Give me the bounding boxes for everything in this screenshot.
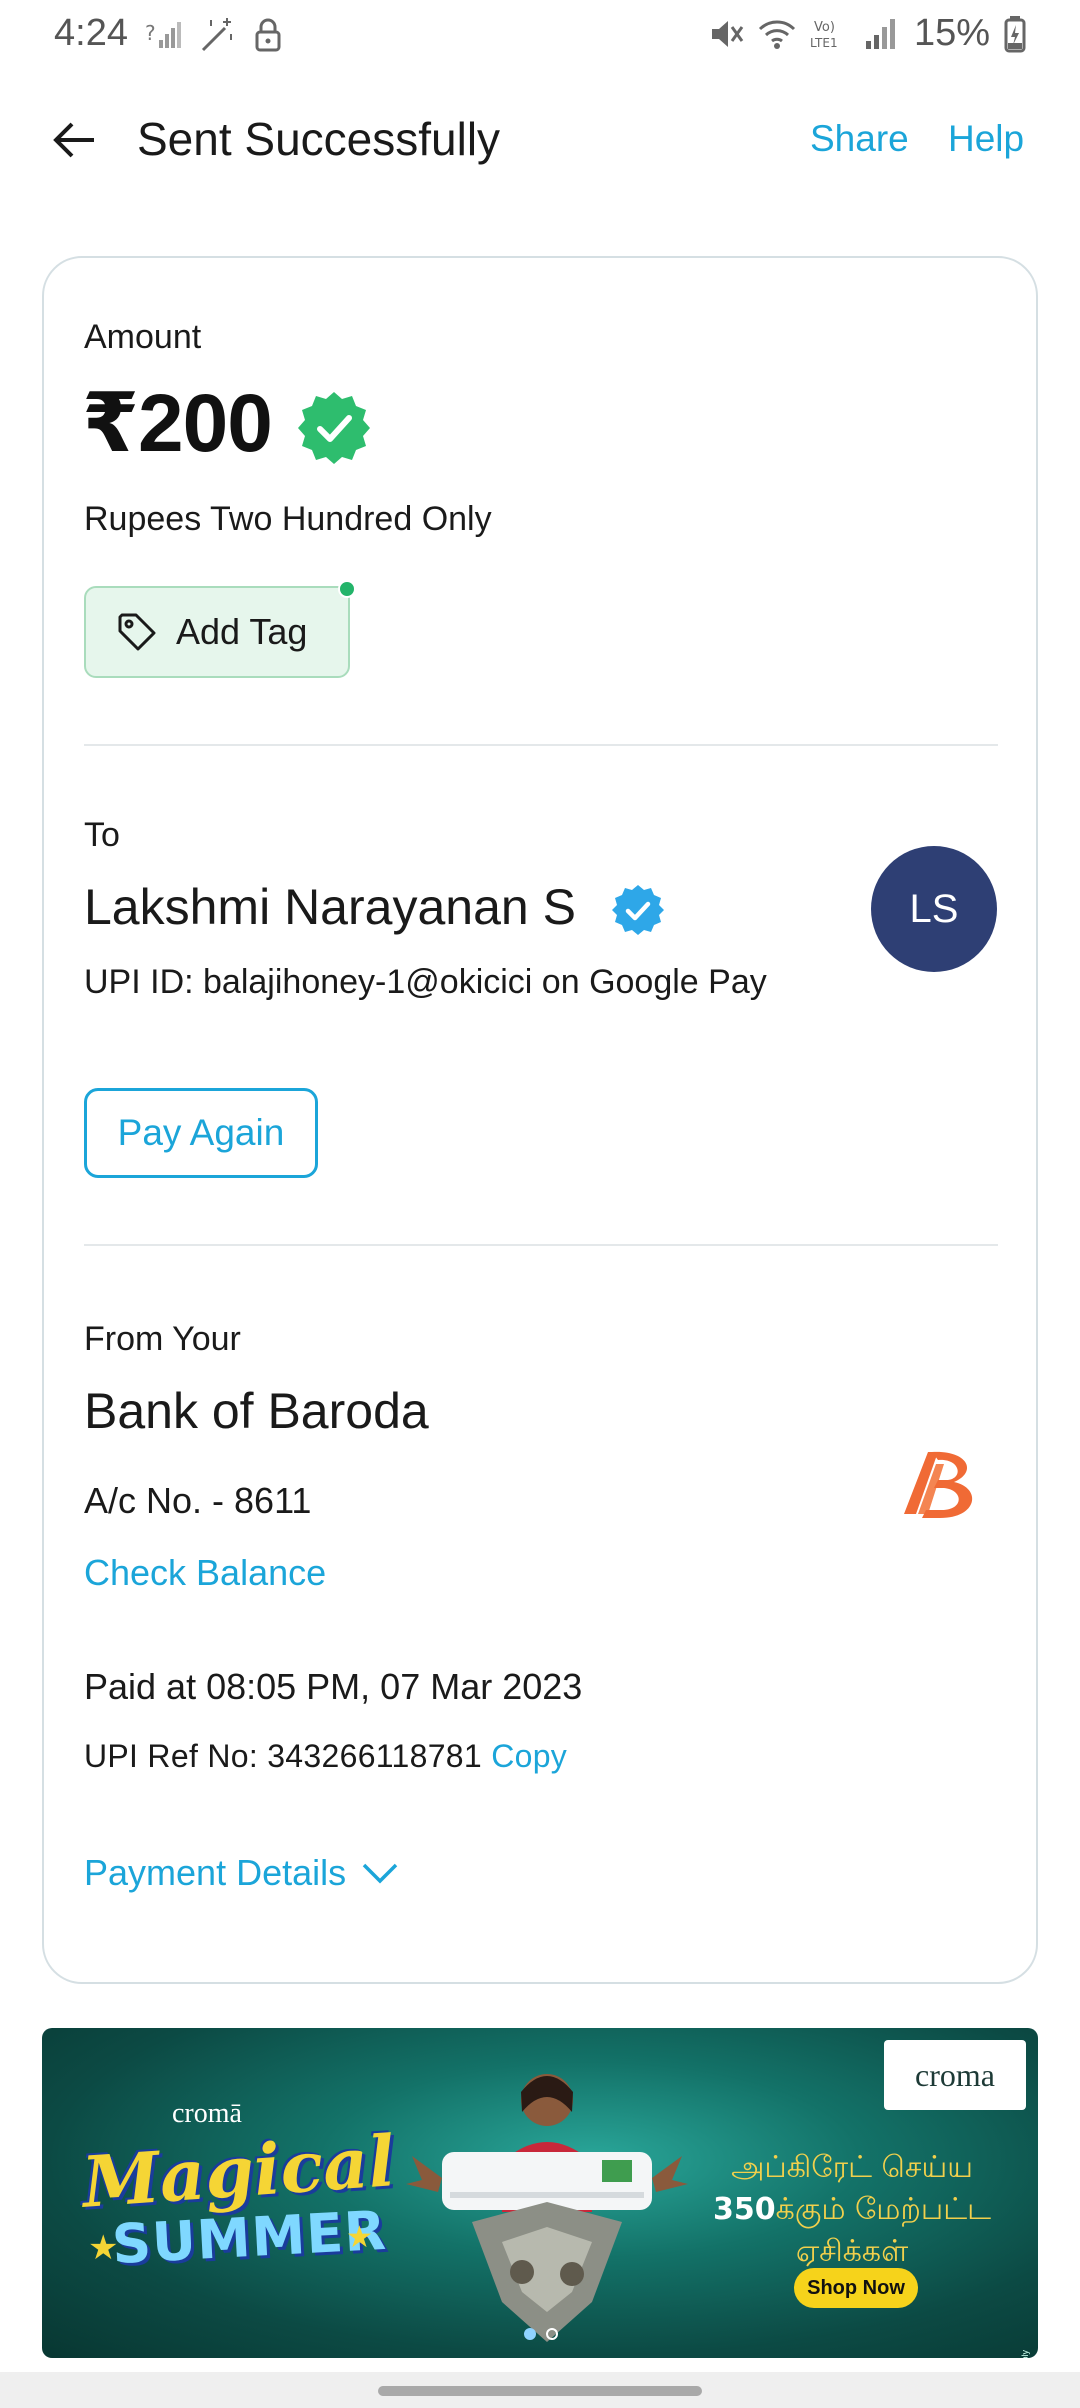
magic-wand-icon (201, 18, 232, 52)
amount-value: ₹200 (82, 378, 273, 469)
carousel-dot[interactable] (546, 2328, 558, 2340)
banner-brand-small: cromā (172, 2098, 242, 2129)
lock-icon (255, 18, 281, 52)
status-bar: 4:24 ? Vo) LTE1 15% (0, 0, 1080, 72)
to-label: To (84, 816, 120, 854)
svg-text:Vo): Vo) (814, 20, 835, 35)
upi-ref-line: UPI Ref No: 343266118781 Copy (84, 1738, 567, 1775)
account-number: A/c No. - 8611 (84, 1480, 312, 1521)
payment-details-toggle[interactable]: Payment Details (84, 1852, 400, 1894)
upi-ref-number: UPI Ref No: 343266118781 (84, 1738, 482, 1774)
page-title: Sent Successfully (137, 113, 501, 165)
payee-upi-id: UPI ID: balajihoney-1@okicici on Google … (84, 963, 767, 1001)
from-label: From Your (84, 1320, 241, 1358)
check-balance-link[interactable]: Check Balance (84, 1552, 326, 1594)
payee-avatar: LS (871, 846, 997, 972)
star-icon: ★ (88, 2229, 119, 2267)
tag-icon (118, 613, 156, 651)
battery-charging-icon (1004, 15, 1026, 52)
pay-again-button[interactable]: Pay Again (84, 1088, 318, 1178)
svg-text:?: ? (145, 21, 156, 45)
wifi-icon (758, 19, 795, 49)
status-left-icons: ? (145, 16, 287, 54)
gesture-nav-bar (0, 2372, 1080, 2408)
divider (84, 1244, 998, 1246)
app-header: Sent Successfully Share Help (0, 100, 1080, 180)
shop-now-button[interactable]: Shop Now (794, 2268, 918, 2308)
signal-unknown-icon: ? (145, 21, 181, 48)
banner-tamil-line-1: அப்கிரேட் செய்ய (731, 2150, 973, 2185)
banner-tamil-count: 350 (713, 2192, 776, 2227)
amount-in-words: Rupees Two Hundred Only (84, 500, 492, 538)
verified-badge-icon (298, 392, 370, 464)
home-indicator[interactable] (378, 2386, 702, 2396)
payment-timestamp: Paid at 08:05 PM, 07 Mar 2023 (84, 1666, 583, 1707)
back-button[interactable] (44, 110, 104, 170)
croma-logo: croma (884, 2040, 1026, 2110)
transaction-card: Amount ₹200 Rupees Two Hundred Only Add … (42, 256, 1038, 1984)
promo-banner[interactable]: cromā Magical SUMMER ★ ★ croma அப்கிரேட்… (42, 2028, 1038, 2358)
status-time: 4:24 (54, 12, 128, 54)
bank-name: Bank of Baroda (84, 1383, 429, 1439)
copy-ref-button[interactable]: Copy (491, 1738, 567, 1774)
divider (84, 744, 998, 746)
new-indicator-dot (338, 580, 356, 598)
status-right-icons: Vo) LTE1 15% (706, 12, 1026, 55)
bank-of-baroda-logo-icon (904, 1451, 973, 1518)
volte-icon: Vo) LTE1 (810, 20, 838, 50)
carousel-dot-active[interactable] (524, 2328, 536, 2340)
star-icon: ★ (346, 2221, 373, 2254)
back-arrow-icon (53, 122, 94, 158)
svg-text:LTE1: LTE1 (810, 36, 838, 50)
mute-icon (711, 20, 744, 47)
cell-signal-icon (865, 18, 895, 49)
payment-details-label: Payment Details (84, 1852, 347, 1893)
amount-label: Amount (84, 318, 202, 356)
add-tag-button[interactable]: Add Tag (84, 586, 350, 678)
carousel-indicator[interactable] (524, 2328, 558, 2340)
verified-merchant-icon (612, 885, 664, 935)
add-tag-label: Add Tag (176, 611, 308, 652)
banner-tamil-line-2-text: க்கும் மேற்பட்ட (775, 2192, 991, 2227)
payee-name: Lakshmi Narayanan S (84, 879, 576, 935)
chevron-down-icon (362, 1863, 398, 1884)
battery-percent: 15% (913, 12, 990, 54)
terms-apply-note: *T&C Apply (1020, 2350, 1030, 2358)
banner-tamil-line-2: 350க்கும் மேற்பட்ட (692, 2192, 1012, 2231)
air-conditioner-promo-image (406, 2074, 688, 2342)
share-button[interactable]: Share (810, 118, 909, 160)
help-button[interactable]: Help (948, 118, 1024, 160)
